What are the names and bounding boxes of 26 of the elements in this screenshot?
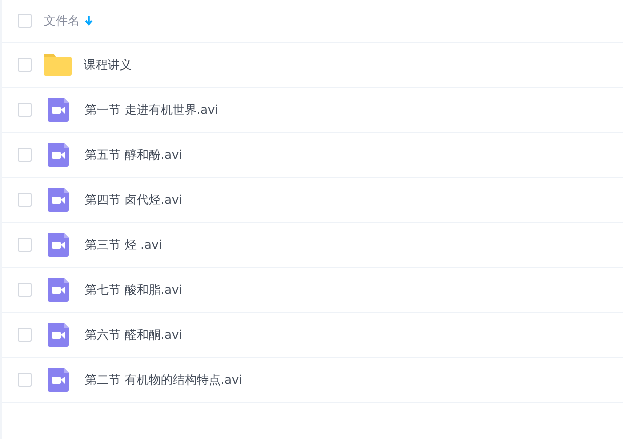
file-name[interactable]: 第五节 醇和酚.avi xyxy=(85,146,182,164)
file-name[interactable]: 第七节 酸和脂.avi xyxy=(85,281,182,299)
file-name[interactable]: 第六节 醛和酮.avi xyxy=(85,326,182,344)
sort-arrow-icon[interactable] xyxy=(85,16,93,26)
checkbox[interactable] xyxy=(18,148,32,162)
checkbox[interactable] xyxy=(18,238,32,252)
video-file-icon xyxy=(48,98,69,122)
checkbox[interactable] xyxy=(18,283,32,297)
video-file-icon xyxy=(48,278,69,302)
file-name[interactable]: 第三节 烃 .avi xyxy=(85,236,162,254)
checkbox[interactable] xyxy=(18,58,32,72)
folder-icon xyxy=(44,54,72,76)
video-file-icon xyxy=(48,323,69,347)
checkbox[interactable] xyxy=(18,193,32,207)
video-file-icon xyxy=(48,368,69,392)
file-name[interactable]: 第二节 有机物的结构特点.avi xyxy=(85,371,242,389)
file-name[interactable]: 课程讲义 xyxy=(84,56,132,74)
checkbox[interactable] xyxy=(18,328,32,342)
video-file-icon xyxy=(48,188,69,212)
checkbox[interactable] xyxy=(18,103,32,117)
video-file-icon xyxy=(48,143,69,167)
video-file-icon xyxy=(48,233,69,257)
file-name[interactable]: 第一节 走进有机世界.avi xyxy=(85,101,218,119)
file-name[interactable]: 第四节 卤代烃.avi xyxy=(85,191,182,209)
checkbox[interactable] xyxy=(18,373,32,387)
checkbox[interactable] xyxy=(18,14,32,28)
